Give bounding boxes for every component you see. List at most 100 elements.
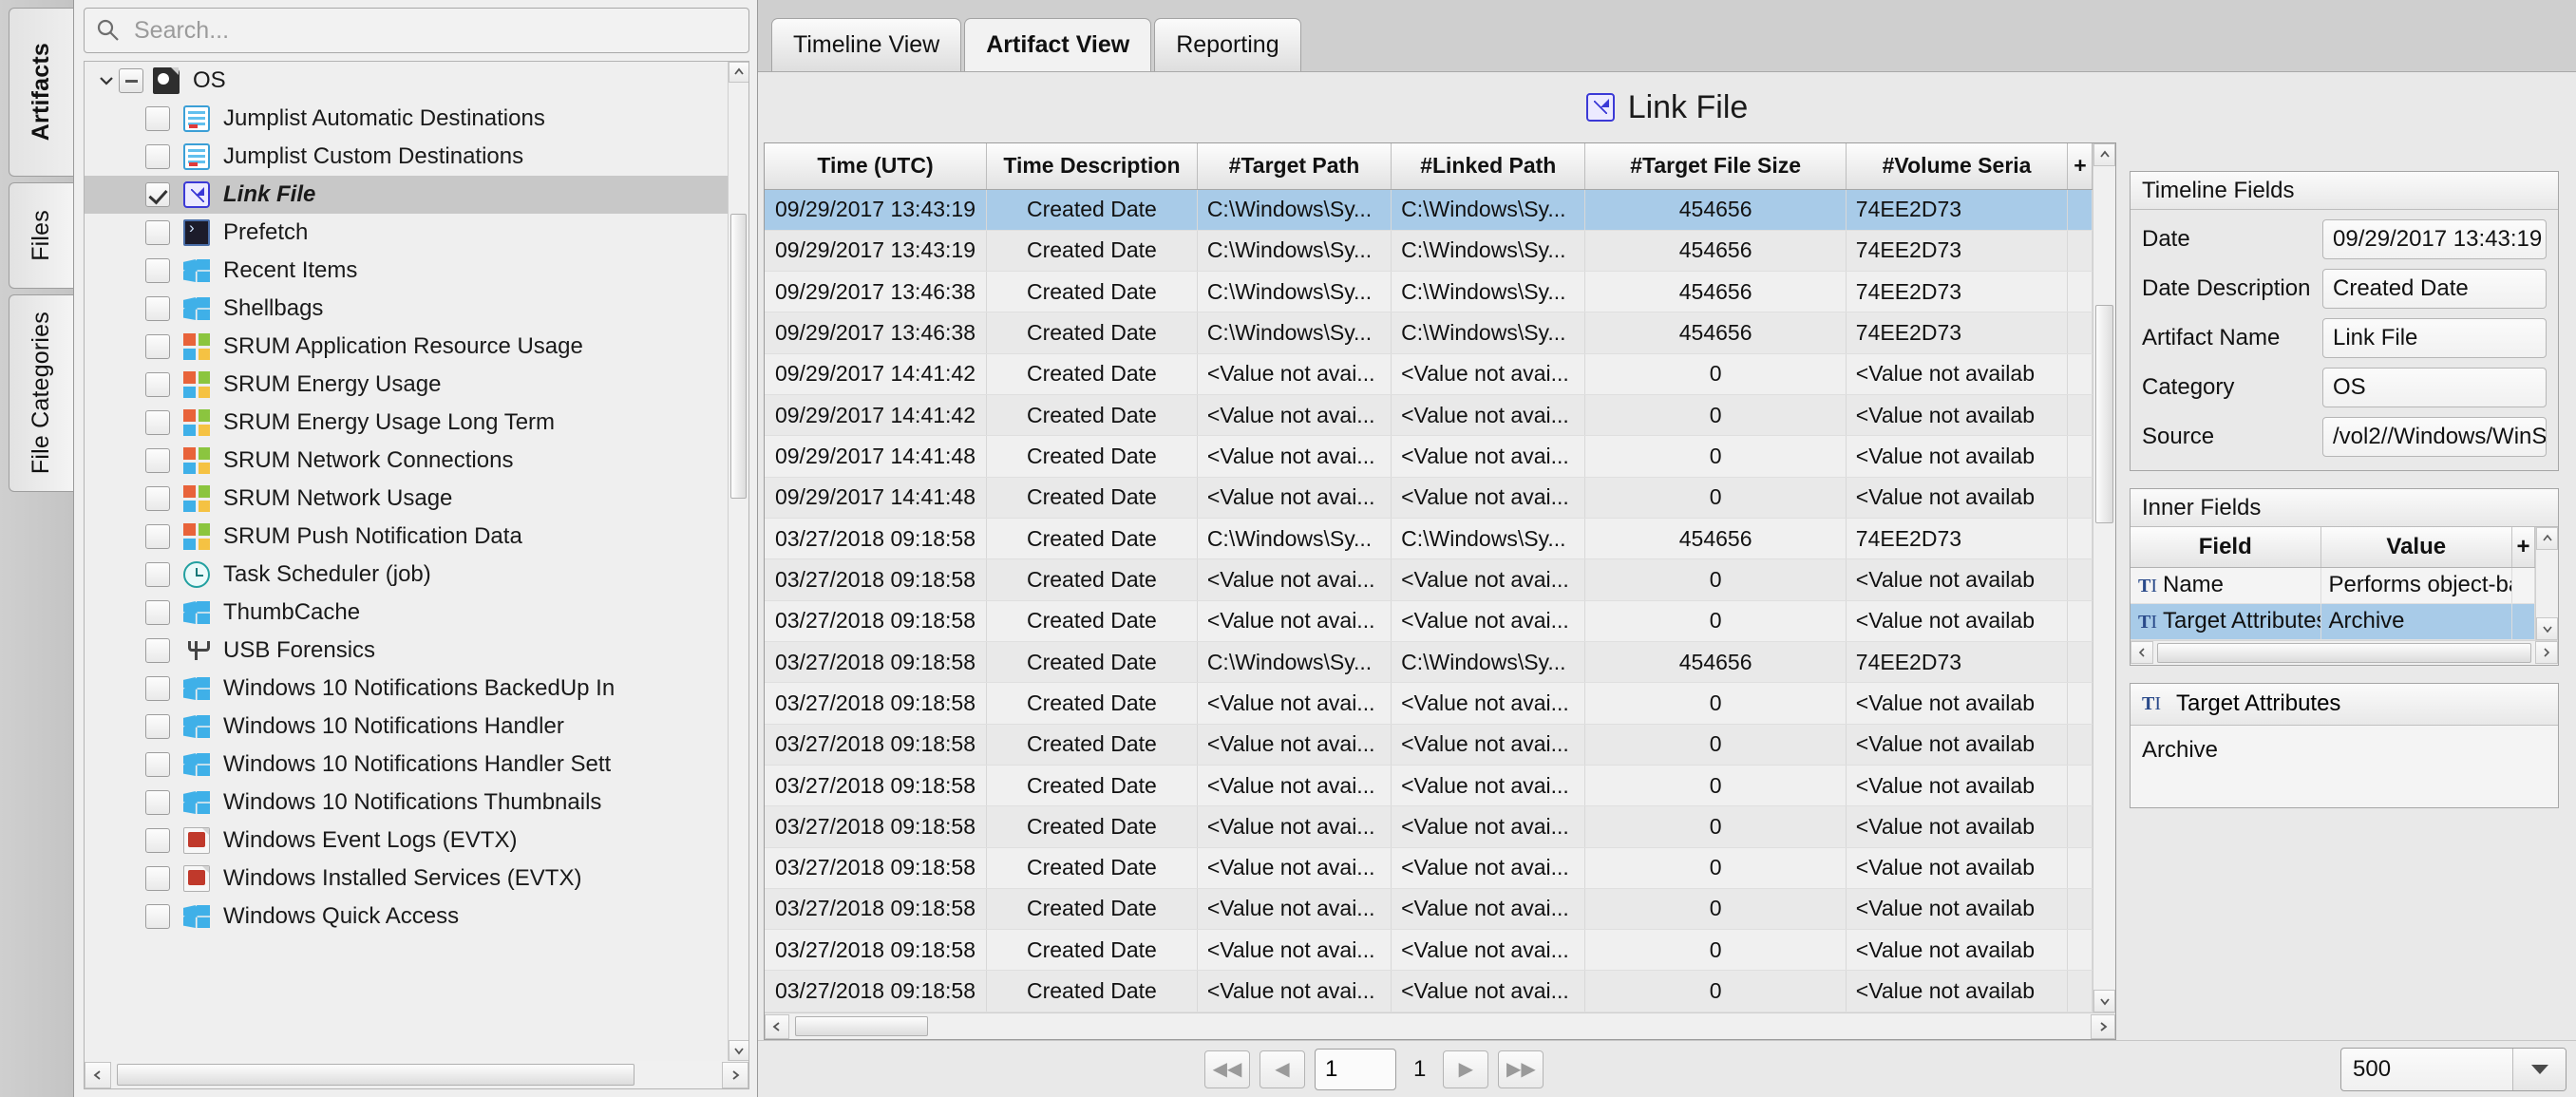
tree-item-srum-energy-usage-long-term[interactable]: SRUM Energy Usage Long Term — [85, 404, 728, 442]
tree-item-jumplist-automatic-destinations[interactable]: Jumplist Automatic Destinations — [85, 100, 728, 138]
page-number-input[interactable]: 1 — [1315, 1049, 1396, 1090]
tree-item-checkbox[interactable] — [145, 182, 170, 207]
tree-item-checkbox[interactable] — [145, 220, 170, 245]
scroll-left-icon[interactable] — [765, 1014, 789, 1039]
field-value-artifact-name[interactable]: Link File — [2322, 318, 2547, 358]
tree-item-checkbox[interactable] — [145, 600, 170, 625]
tree-item-win10-notifications-thumbnails[interactable]: Windows 10 Notifications Thumbnails — [85, 784, 728, 822]
tree-item-win10-notifications-handler[interactable]: Windows 10 Notifications Handler — [85, 708, 728, 746]
tree-item-checkbox[interactable] — [145, 258, 170, 283]
tree-item-checkbox[interactable] — [145, 144, 170, 169]
tree-hscroll-thumb[interactable] — [117, 1064, 635, 1086]
scroll-down-icon[interactable] — [729, 1040, 749, 1061]
vtab-artifacts[interactable]: Artifacts — [9, 8, 73, 177]
first-page-button[interactable]: ◀◀ — [1204, 1050, 1250, 1088]
grid-col-time-utc[interactable]: Time (UTC) — [765, 143, 987, 189]
chevron-down-icon[interactable] — [2512, 1049, 2566, 1090]
tree-item-task-scheduler-job[interactable]: Task Scheduler (job) — [85, 556, 728, 594]
tree-item-srum-push-notification-data[interactable]: SRUM Push Notification Data — [85, 518, 728, 556]
tree-item-win10-notifications-handler-settings[interactable]: Windows 10 Notifications Handler Sett — [85, 746, 728, 784]
tree-item-recent-items[interactable]: Recent Items — [85, 252, 728, 290]
grid-col-volume-serial[interactable]: #Volume Seria — [1846, 143, 2068, 189]
tree-item-win10-notifications-backedup-in[interactable]: Windows 10 Notifications BackedUp In — [85, 670, 728, 708]
grid-horizontal-scrollbar[interactable] — [765, 1012, 2115, 1039]
tree-horizontal-scrollbar[interactable] — [84, 1061, 749, 1089]
grid-col-target-path[interactable]: #Target Path — [1197, 143, 1391, 189]
scroll-right-icon[interactable] — [2091, 1014, 2115, 1039]
scroll-right-icon[interactable] — [2535, 641, 2558, 664]
tree-item-checkbox[interactable] — [145, 904, 170, 929]
scroll-down-icon[interactable] — [2536, 617, 2558, 640]
scroll-left-icon[interactable] — [85, 1062, 111, 1088]
inner-hscroll-thumb[interactable] — [2157, 643, 2531, 663]
tree-item-checkbox[interactable] — [145, 638, 170, 663]
grid-hscroll-thumb[interactable] — [795, 1016, 928, 1036]
table-row[interactable]: 03/27/2018 09:18:58 Created Date <Value … — [765, 847, 2093, 888]
tree-item-checkbox[interactable] — [145, 866, 170, 891]
vtab-files[interactable]: Files — [9, 182, 73, 289]
table-row[interactable]: 03/27/2018 09:18:58 Created Date <Value … — [765, 559, 2093, 600]
table-row[interactable]: 09/29/2017 14:41:42 Created Date <Value … — [765, 353, 2093, 394]
scroll-right-icon[interactable] — [722, 1062, 748, 1088]
table-row[interactable]: 09/29/2017 13:46:38 Created Date C:\Wind… — [765, 312, 2093, 353]
grid-col-time-description[interactable]: Time Description — [987, 143, 1198, 189]
tree-item-checkbox[interactable] — [145, 486, 170, 511]
tree-item-checkbox[interactable] — [145, 562, 170, 587]
scroll-down-icon[interactable] — [2093, 990, 2115, 1012]
table-row[interactable]: 09/29/2017 14:41:48 Created Date <Value … — [765, 436, 2093, 477]
table-row[interactable]: 03/27/2018 09:18:58 Created Date <Value … — [765, 930, 2093, 971]
tree-item-srum-application-resource-usage[interactable]: SRUM Application Resource Usage — [85, 328, 728, 366]
tree-item-thumbcache[interactable]: ThumbCache — [85, 594, 728, 632]
inner-add-column-button[interactable]: + — [2512, 527, 2535, 567]
tree-item-windows-event-logs-evtx[interactable]: Windows Event Logs (EVTX) — [85, 822, 728, 860]
tab-artifact-view[interactable]: Artifact View — [964, 18, 1151, 71]
tree-item-srum-network-usage[interactable]: SRUM Network Usage — [85, 480, 728, 518]
last-page-button[interactable]: ▶▶ — [1498, 1050, 1544, 1088]
tree-item-usb-forensics[interactable]: USB Forensics — [85, 632, 728, 670]
table-row[interactable]: 03/27/2018 09:18:58 Created Date <Value … — [765, 765, 2093, 805]
tree-item-shellbags[interactable]: Shellbags — [85, 290, 728, 328]
field-value-source[interactable]: /vol2//Windows/WinSxS — [2322, 417, 2547, 457]
list-item[interactable]: TITarget Attributes Archive — [2131, 603, 2535, 639]
field-value-date[interactable]: 09/29/2017 13:43:19 — [2322, 219, 2547, 259]
inner-col-field[interactable]: Field — [2131, 527, 2320, 567]
vtab-file-categories[interactable]: File Categories — [9, 294, 73, 492]
table-row[interactable]: 03/27/2018 09:18:58 Created Date C:\Wind… — [765, 519, 2093, 559]
table-row[interactable]: 03/27/2018 09:18:58 Created Date <Value … — [765, 971, 2093, 1012]
tree-item-windows-installed-services-evtx[interactable]: Windows Installed Services (EVTX) — [85, 860, 728, 898]
search-input[interactable] — [132, 16, 737, 46]
grid-vertical-scrollbar[interactable] — [2093, 143, 2115, 1012]
scroll-up-icon[interactable] — [729, 62, 749, 83]
scroll-up-icon[interactable] — [2093, 143, 2115, 166]
search-box[interactable] — [84, 8, 749, 53]
table-row[interactable]: 03/27/2018 09:18:58 Created Date <Value … — [765, 806, 2093, 847]
tree-item-jumplist-custom-destinations[interactable]: Jumplist Custom Destinations — [85, 138, 728, 176]
list-item[interactable]: TIName Performs object-bas... — [2131, 567, 2535, 603]
tree-item-checkbox[interactable] — [145, 372, 170, 397]
table-row[interactable]: 09/29/2017 13:43:19 Created Date C:\Wind… — [765, 230, 2093, 271]
table-row[interactable]: 09/29/2017 14:41:42 Created Date <Value … — [765, 395, 2093, 436]
tree-item-windows-quick-access[interactable]: Windows Quick Access — [85, 898, 728, 936]
grid-add-column-button[interactable]: + — [2068, 143, 2093, 189]
grid-scroll-thumb[interactable] — [2095, 305, 2113, 523]
tree-item-checkbox[interactable] — [145, 676, 170, 701]
tree-scroll-thumb[interactable] — [730, 214, 747, 499]
tab-timeline-view[interactable]: Timeline View — [771, 18, 961, 71]
table-row[interactable]: 03/27/2018 09:18:58 Created Date <Value … — [765, 724, 2093, 765]
tree-item-checkbox[interactable] — [145, 828, 170, 853]
inner-fields-vertical-scrollbar[interactable] — [2535, 527, 2558, 640]
tree-item-checkbox[interactable] — [145, 106, 170, 131]
chevron-down-icon[interactable] — [94, 71, 119, 90]
field-value-date-description[interactable]: Created Date — [2322, 269, 2547, 309]
tree-vertical-scrollbar[interactable] — [728, 62, 748, 1061]
table-row[interactable]: 09/29/2017 13:43:19 Created Date C:\Wind… — [765, 189, 2093, 230]
tree-item-checkbox[interactable] — [145, 410, 170, 435]
table-row[interactable]: 03/27/2018 09:18:58 Created Date <Value … — [765, 683, 2093, 724]
table-row[interactable]: 03/27/2018 09:18:58 Created Date <Value … — [765, 600, 2093, 641]
tree-item-checkbox[interactable] — [145, 334, 170, 359]
grid-col-target-file-size[interactable]: #Target File Size — [1585, 143, 1846, 189]
tree-item-checkbox[interactable] — [145, 714, 170, 739]
tree-item-checkbox[interactable] — [145, 752, 170, 777]
scroll-up-icon[interactable] — [2536, 527, 2558, 550]
tree-item-prefetch[interactable]: Prefetch — [85, 214, 728, 252]
